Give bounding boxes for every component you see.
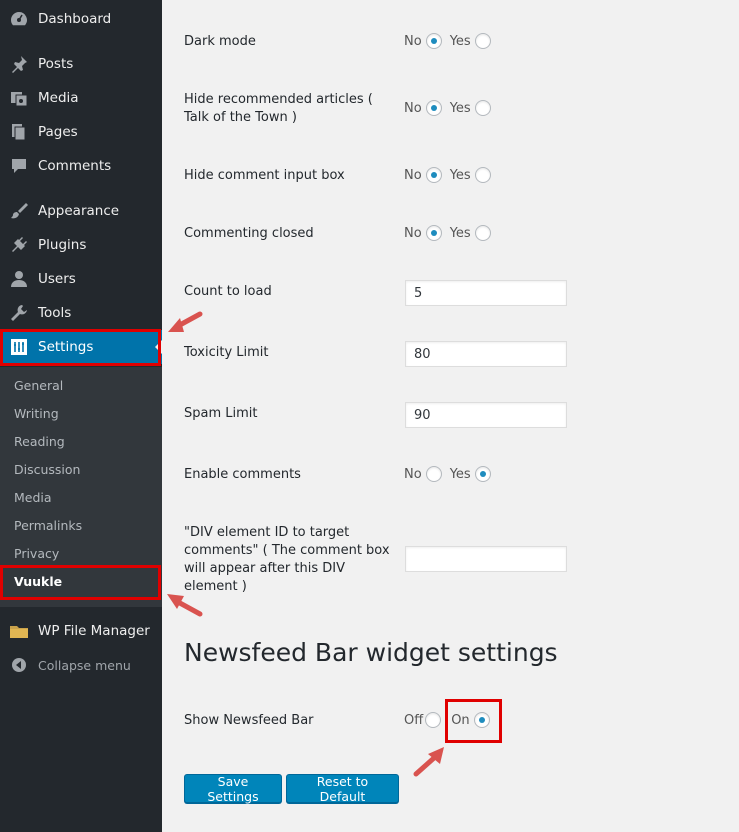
wrench-icon [9,303,29,323]
collapse-label: Collapse menu [38,657,131,673]
commenting-closed-radio-group: No Yes [404,225,495,241]
submenu-general[interactable]: General [14,378,63,393]
yes-label: Yes [449,225,471,241]
menu-pages[interactable]: Pages [0,115,162,149]
enable-comments-radio-group: No Yes [404,466,495,482]
pin-icon [9,54,29,74]
reset-default-button[interactable]: Reset to Default [286,774,399,804]
show-newsfeed-label: Show Newsfeed Bar [184,713,314,728]
menu-media[interactable]: Media [0,81,162,115]
yes-label: Yes [449,100,471,116]
submenu-permalinks[interactable]: Permalinks [14,518,82,533]
newsfeed-pointer-arrow-icon [413,747,444,777]
submenu-privacy[interactable]: Privacy [14,546,59,561]
label-line: "DIV element ID to target [184,525,350,540]
admin-sidebar: Dashboard Posts Media Pages Comments App… [0,0,162,832]
dark-mode-label: Dark mode [184,34,256,49]
hide-comment-input-label: Hide comment input box [184,168,345,183]
menu-posts[interactable]: Posts [0,47,162,81]
menu-users[interactable]: Users [0,262,162,296]
toxicity-limit-label: Toxicity Limit [184,345,269,360]
no-label: No [404,100,422,116]
label-line: comments" ( The comment box [184,543,390,558]
media-icon [9,88,29,108]
hide-recommended-radio-group: No Yes [404,100,495,116]
hide-recommended-no-radio[interactable] [425,100,442,116]
no-label: No [404,167,422,183]
yes-label: Yes [449,33,471,49]
menu-label: Media [38,90,79,106]
dark-mode-yes-radio[interactable] [474,33,491,49]
div-element-input[interactable] [405,546,567,572]
save-settings-button[interactable]: Save Settings [184,774,282,804]
label-line: element ) [184,579,247,594]
dashboard-icon [9,9,29,29]
enable-comments-yes-radio[interactable] [474,466,491,482]
vuukle-pointer-arrow-icon [167,594,203,617]
brush-icon [9,201,29,221]
yes-label: Yes [449,466,471,482]
collapse-menu[interactable]: Collapse menu [0,648,162,682]
hide-recommended-label: Hide recommended articles ( Talk of the … [184,91,373,127]
toxicity-limit-input[interactable] [405,341,567,367]
hide-recommended-yes-radio[interactable] [474,100,491,116]
menu-dashboard[interactable]: Dashboard [0,2,162,36]
menu-wp-file-manager[interactable]: WP File Manager [0,614,162,648]
spam-limit-label: Spam Limit [184,406,258,421]
menu-tools[interactable]: Tools [0,296,162,330]
no-label: No [404,225,422,241]
menu-label: Plugins [38,237,87,253]
commenting-closed-no-radio[interactable] [425,225,442,241]
menu-appearance[interactable]: Appearance [0,194,162,228]
label-line: Hide recommended articles ( [184,92,373,107]
settings-pointer-arrow-icon [168,311,203,332]
menu-label: WP File Manager [38,623,150,639]
plugin-icon [9,235,29,255]
dark-mode-radio-group: No Yes [404,33,495,49]
commenting-closed-label: Commenting closed [184,226,314,241]
count-to-load-label: Count to load [184,284,272,299]
commenting-closed-yes-radio[interactable] [474,225,491,241]
dark-mode-no-radio[interactable] [425,33,442,49]
pages-icon [9,122,29,142]
label-line: will appear after this DIV [184,561,345,576]
enable-comments-no-radio[interactable] [425,466,442,482]
spam-limit-input[interactable] [405,402,567,428]
no-label: No [404,466,422,482]
menu-label: Tools [38,305,72,321]
menu-label: Posts [38,56,74,72]
user-icon [9,269,29,289]
hide-comment-input-radio-group: No Yes [404,167,495,183]
newsfeed-off-radio[interactable] [425,712,442,728]
menu-comments[interactable]: Comments [0,149,162,183]
menu-label: Pages [38,124,78,140]
no-label: No [404,33,422,49]
menu-label: Appearance [38,203,120,219]
hide-comment-input-no-radio[interactable] [425,167,442,183]
hide-comment-input-yes-radio[interactable] [474,167,491,183]
yes-label: Yes [449,167,471,183]
menu-label: Users [38,271,76,287]
menu-label: Dashboard [38,11,112,27]
submenu-discussion[interactable]: Discussion [14,462,80,477]
newsfeed-on-highlight-box [445,699,502,743]
menu-label: Comments [38,158,112,174]
collapse-icon [9,655,29,675]
enable-comments-label: Enable comments [184,467,301,482]
menu-plugins[interactable]: Plugins [0,228,162,262]
submenu-writing[interactable]: Writing [14,406,59,421]
submenu-reading[interactable]: Reading [14,434,65,449]
vuukle-highlight-box [0,565,161,600]
newsfeed-section-heading: Newsfeed Bar widget settings [184,638,558,667]
folder-icon [9,621,29,641]
submenu-media[interactable]: Media [14,490,52,505]
div-element-label: "DIV element ID to target comments" ( Th… [184,524,390,596]
count-to-load-input[interactable] [405,280,567,306]
comment-icon [9,156,29,176]
settings-highlight-box [0,329,161,366]
label-line: Talk of the Town ) [184,110,297,125]
off-label: Off [404,712,424,728]
